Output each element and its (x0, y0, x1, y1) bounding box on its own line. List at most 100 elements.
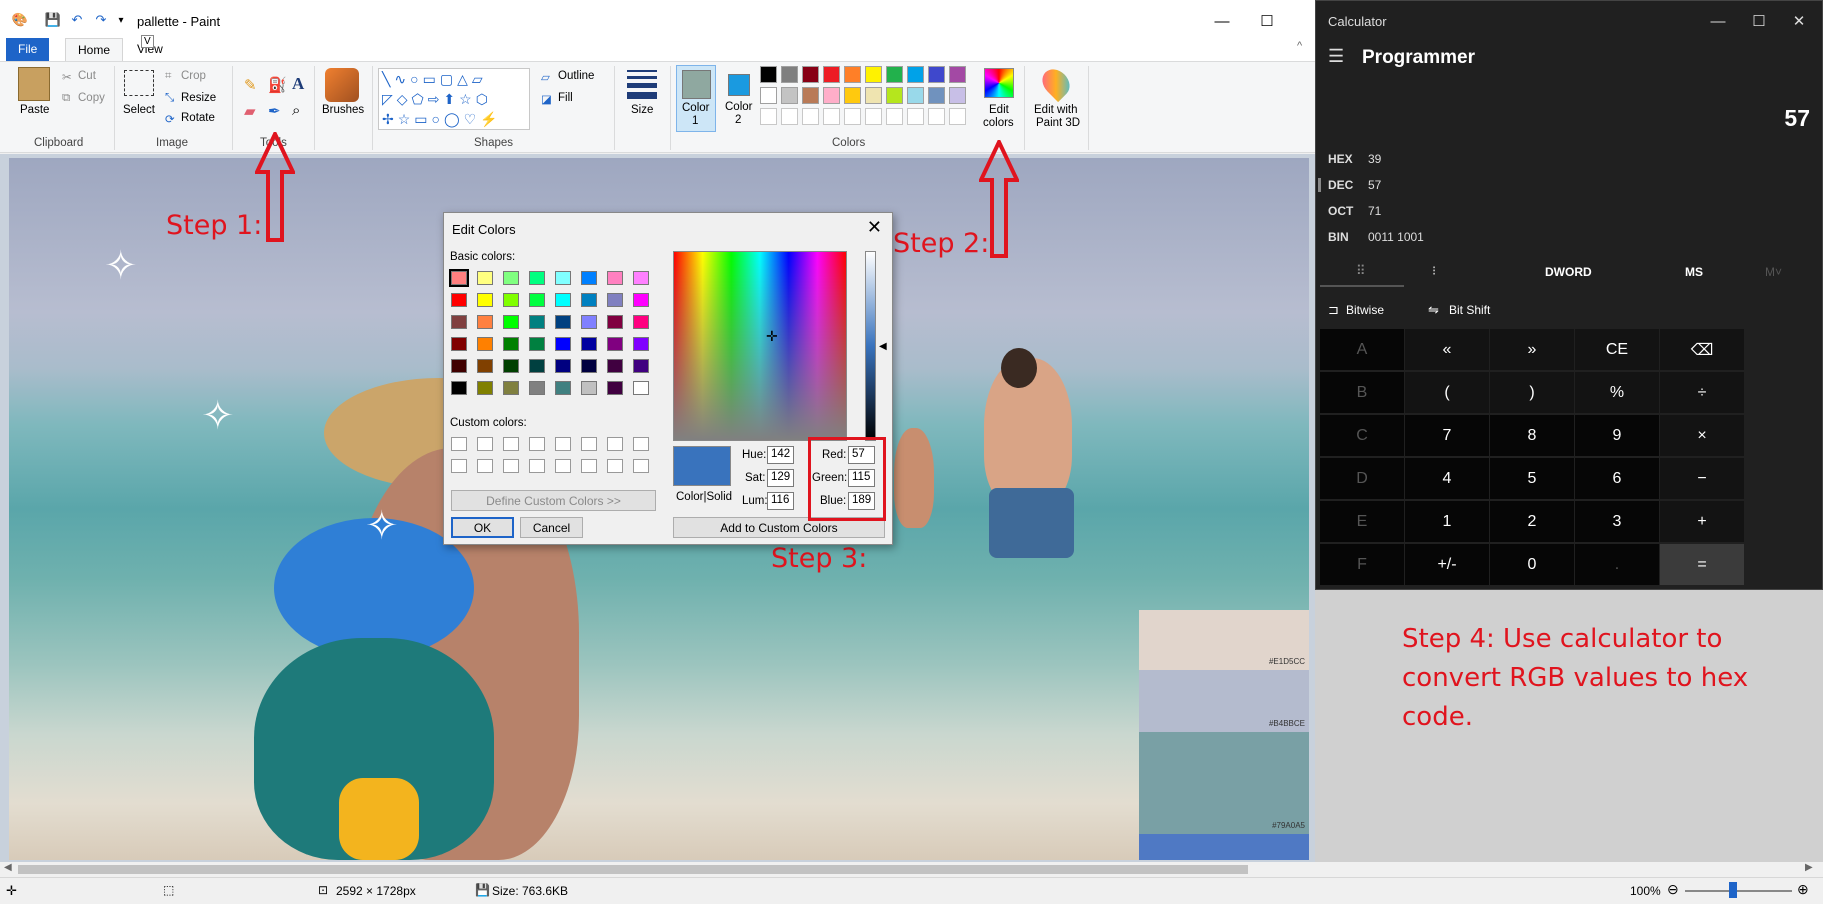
custom-color-swatch[interactable] (607, 459, 623, 473)
palette-swatch[interactable] (781, 87, 798, 104)
full-keypad-icon[interactable]: ⠿ (1356, 263, 1366, 279)
calc-key[interactable]: − (1660, 458, 1744, 499)
calc-key[interactable]: % (1575, 372, 1659, 413)
custom-color-swatch[interactable] (555, 437, 571, 451)
resize-button[interactable]: Resize (181, 92, 216, 104)
palette-swatch[interactable] (844, 87, 861, 104)
luminance-slider[interactable] (865, 251, 876, 441)
calc-key[interactable]: + (1660, 501, 1744, 542)
bitshift-dropdown[interactable]: Bit Shift (1449, 303, 1490, 317)
calc-key[interactable]: B (1320, 372, 1404, 413)
basic-color-swatch[interactable] (503, 337, 519, 351)
bitwise-dropdown[interactable]: Bitwise (1346, 303, 1384, 317)
custom-color-swatch[interactable] (477, 459, 493, 473)
bin-row[interactable]: BIN 0011 1001 (1328, 230, 1424, 244)
calc-key[interactable]: E (1320, 501, 1404, 542)
palette-swatch[interactable] (802, 87, 819, 104)
palette-swatch[interactable] (907, 66, 924, 83)
calc-key[interactable]: C (1320, 415, 1404, 456)
basic-color-swatch[interactable] (477, 381, 493, 395)
calc-key[interactable]: 0 (1490, 544, 1574, 585)
maximize-icon[interactable]: ☐ (1252, 8, 1282, 34)
basic-color-swatch[interactable] (581, 271, 597, 285)
calc-key[interactable]: F (1320, 544, 1404, 585)
ok-button[interactable]: OK (451, 517, 514, 538)
basic-color-swatch[interactable] (477, 293, 493, 307)
basic-color-swatch[interactable] (477, 271, 493, 285)
zoom-out-icon[interactable]: ⊖ (1667, 881, 1679, 898)
palette-swatch[interactable] (865, 87, 882, 104)
memory-store-button[interactable]: MS (1685, 265, 1703, 279)
basic-color-swatch[interactable] (581, 315, 597, 329)
cancel-button[interactable]: Cancel (520, 517, 583, 538)
calc-key[interactable]: D (1320, 458, 1404, 499)
calc-key[interactable]: 5 (1490, 458, 1574, 499)
collapse-ribbon-icon[interactable]: ^ (1297, 40, 1302, 52)
calc-key[interactable]: . (1575, 544, 1659, 585)
basic-color-swatch[interactable] (581, 337, 597, 351)
shapes-gallery[interactable]: ╲∿○▭▢△▱ ◸◇⬠⇨⬆☆⬡ ✢☆▭○◯♡⚡ (378, 68, 530, 130)
basic-color-swatch[interactable] (555, 381, 571, 395)
custom-color-swatch[interactable] (607, 437, 623, 451)
crop-icon[interactable]: ⌗ (165, 70, 171, 83)
palette-swatch[interactable] (907, 87, 924, 104)
luminance-pointer-icon[interactable]: ◀ (879, 341, 887, 352)
calc-key[interactable]: 9 (1575, 415, 1659, 456)
calc-key[interactable]: 1 (1405, 501, 1489, 542)
basic-color-swatch[interactable] (449, 269, 469, 287)
custom-color-swatch[interactable] (503, 459, 519, 473)
palette-swatch[interactable] (760, 87, 777, 104)
custom-color-swatch[interactable] (503, 437, 519, 451)
basic-color-swatch[interactable] (607, 315, 623, 329)
tab-home[interactable]: Home (65, 38, 124, 61)
copy-icon[interactable]: ⧉ (62, 92, 70, 105)
crop-button[interactable]: Crop (181, 70, 206, 82)
calc-key[interactable]: 4 (1405, 458, 1489, 499)
basic-color-swatch[interactable] (477, 359, 493, 373)
basic-color-swatch[interactable] (529, 381, 545, 395)
custom-color-swatch[interactable] (529, 437, 545, 451)
color2-button[interactable]: Color 2 (720, 65, 760, 132)
custom-color-swatch[interactable] (451, 437, 467, 451)
calc-key[interactable]: ÷ (1660, 372, 1744, 413)
palette-empty-swatch[interactable] (823, 108, 840, 125)
calc-key[interactable]: = (1660, 544, 1744, 585)
custom-color-swatch[interactable] (581, 459, 597, 473)
calc-key[interactable]: 7 (1405, 415, 1489, 456)
redo-icon[interactable]: ↷ (93, 12, 109, 28)
maximize-icon[interactable]: ☐ (1741, 9, 1777, 33)
basic-color-swatch[interactable] (633, 271, 649, 285)
dec-row[interactable]: DEC 57 (1328, 178, 1381, 192)
basic-color-swatch[interactable] (451, 293, 467, 307)
basic-color-swatch[interactable] (581, 359, 597, 373)
outline-dropdown[interactable]: Outline (558, 70, 594, 82)
calc-key[interactable]: ( (1405, 372, 1489, 413)
hex-row[interactable]: HEX 39 (1328, 152, 1381, 166)
basic-color-swatch[interactable] (633, 359, 649, 373)
save-icon[interactable]: 💾 (45, 12, 61, 28)
basic-color-swatch[interactable] (555, 315, 571, 329)
sat-input[interactable]: 129 (767, 469, 794, 487)
memory-list-button[interactable]: M˅ (1765, 265, 1782, 279)
rotate-button[interactable]: Rotate (181, 112, 215, 124)
custom-color-swatch[interactable] (555, 459, 571, 473)
rotate-icon[interactable]: ⟳ (165, 112, 175, 126)
basic-color-swatch[interactable] (581, 293, 597, 307)
pencil-icon[interactable]: ✎ (244, 76, 257, 94)
hamburger-menu-icon[interactable]: ☰ (1328, 46, 1344, 67)
palette-swatch[interactable] (802, 66, 819, 83)
basic-color-swatch[interactable] (451, 315, 467, 329)
calc-key[interactable]: ⌫ (1660, 329, 1744, 370)
custom-color-swatch[interactable] (633, 459, 649, 473)
calc-key[interactable]: 8 (1490, 415, 1574, 456)
zoom-slider[interactable] (1685, 890, 1792, 892)
palette-swatch[interactable] (928, 87, 945, 104)
custom-color-swatch[interactable] (581, 437, 597, 451)
basic-color-swatch[interactable] (503, 315, 519, 329)
calc-key[interactable]: × (1660, 415, 1744, 456)
calc-key[interactable]: 6 (1575, 458, 1659, 499)
copy-button[interactable]: Copy (78, 92, 105, 104)
zoom-in-icon[interactable]: ⊕ (1797, 881, 1809, 898)
palette-swatch[interactable] (928, 66, 945, 83)
palette-empty-swatch[interactable] (802, 108, 819, 125)
